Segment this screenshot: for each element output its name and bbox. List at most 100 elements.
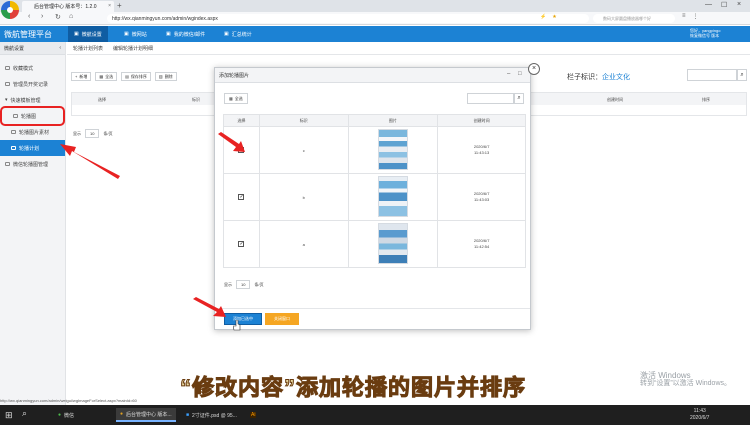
page-size-select[interactable]: 10 <box>236 280 251 289</box>
windows-start-icon[interactable]: ⊞ <box>5 408 13 422</box>
dialog-title: 添加轮播图片 <box>219 72 250 79</box>
sidebar-item-label: 快速模板管理 <box>10 97 41 104</box>
window-close-icon[interactable]: × <box>737 1 741 8</box>
add-button[interactable]: + 新增 <box>71 72 92 81</box>
topnav-item-settings[interactable]: ▣ 微航设置 <box>68 26 108 42</box>
chat-icon: ● <box>58 412 62 418</box>
table-row[interactable]: ✓ b 2020/6/7 11:43:03 <box>223 173 526 221</box>
taskbar-app-photoshop[interactable]: ■ 2寸证件.psd @ 95... <box>186 408 237 422</box>
id-cell: c <box>258 126 349 174</box>
dialog-pager: 显示 10 条/页 <box>224 280 264 289</box>
sidebar-item-label: 管理员开奖记录 <box>13 81 49 88</box>
row-checkbox[interactable]: ✓ <box>238 241 245 247</box>
column-prefix: 栏子标识： <box>567 74 602 81</box>
browser-logo-icon <box>1 1 19 19</box>
dialog-minimize-icon[interactable]: – <box>507 71 510 77</box>
dialog-search-input[interactable] <box>467 93 514 104</box>
forward-icon[interactable]: › <box>41 13 43 20</box>
dialog-maximize-icon[interactable]: □ <box>518 71 522 77</box>
row-checkbox[interactable]: ✓ <box>238 194 245 200</box>
column-header: 创建时间 <box>607 97 623 102</box>
user-box[interactable]: 您好，yangpingo 恢复微信号 版本 <box>690 28 720 38</box>
button-label: 新增 <box>79 73 88 79</box>
add-selected-button[interactable]: 添加已选中 <box>224 313 262 325</box>
search-icon[interactable]: ⌕ <box>737 69 747 81</box>
browser-search-input[interactable]: 数码大屏圆盘播放器哪个好 <box>593 14 675 23</box>
brand-title: 微航管理平台 <box>4 30 52 39</box>
grid-icon: ▦ <box>229 96 233 101</box>
image-thumbnail[interactable] <box>377 223 408 264</box>
address-bar[interactable]: http://wx.qianmingyun.com/admin/wgindex.… <box>107 14 589 23</box>
row-time: 11:43:03 <box>473 197 490 202</box>
taskbar-app-label: 后台管理中心 版本... <box>126 411 172 418</box>
system-clock[interactable]: 11:43 2020/6/7 <box>690 408 709 422</box>
topnav-item-stats[interactable]: ▣ 汇总统计 <box>218 26 258 42</box>
delete-button[interactable]: ▥ 删除 <box>154 72 177 81</box>
breadcrumb-item[interactable]: 编辑轮播计划明细 <box>113 45 153 52</box>
dialog-close-icon[interactable]: × <box>528 63 540 75</box>
image-cell <box>347 220 439 268</box>
button-label: 全选 <box>234 95 243 101</box>
browser-tab[interactable]: 后台管理中心 版本号：1.2.0 × <box>22 1 114 12</box>
folder-icon <box>11 130 16 134</box>
button-label: 保存排序 <box>130 73 147 79</box>
sidebar-item-carousel-assets[interactable]: 轮播图片素材 <box>0 124 65 140</box>
extensions-icon[interactable]: ⋮ <box>693 13 699 20</box>
watermark-line: 激活 Windows <box>640 371 691 380</box>
table-row[interactable]: ✓ a 2020/6/7 11:42:54 <box>223 220 526 268</box>
sidebar-item-collect[interactable]: 收藏模式 <box>0 60 65 76</box>
topnav-item-wechat[interactable]: ▣ 我的微信/邮件 <box>160 26 211 42</box>
refresh-icon[interactable]: ↻ <box>55 13 61 21</box>
back-icon[interactable]: ‹ <box>28 13 30 20</box>
browser-tab-title: 后台管理中心 版本号：1.2.0 <box>34 4 97 10</box>
sidebar-item-admin[interactable]: 管理员开奖记录 <box>0 76 65 92</box>
image-thumbnail[interactable] <box>377 176 408 217</box>
star-icon[interactable]: ★ <box>552 14 556 20</box>
sidebar-title-label: 微航设置 <box>4 45 25 52</box>
taskbar-app-label: 2寸证件.psd @ 95... <box>192 412 237 419</box>
dialog-select-all-button[interactable]: ▦ 全选 <box>224 93 248 104</box>
page-size-select[interactable]: 10 <box>85 129 100 138</box>
button-label: 删除 <box>164 73 173 79</box>
sidebar-title[interactable]: 微航设置 ‹ <box>0 42 65 55</box>
watermark-line: 转到“设置”以激活 Windows。 <box>640 380 732 387</box>
app-header: 微航管理平台 ▣ 微航设置 ▣ 微网站 ▣ 我的微信/邮件 ▣ 汇总统计 您好，… <box>0 26 750 42</box>
button-label: 全选 <box>105 73 114 79</box>
save-order-button[interactable]: ▤ 保存排序 <box>121 72 151 81</box>
new-tab-icon[interactable]: + <box>117 1 122 10</box>
search-input[interactable] <box>687 69 737 81</box>
select-all-button[interactable]: ▦ 全选 <box>95 72 118 81</box>
user-sub: 恢复微信号 版本 <box>690 33 720 38</box>
date-cell: 2020/6/7 11:42:54 <box>437 220 526 268</box>
table-header: 选择 标识 图片 创建时间 <box>223 114 526 127</box>
home-icon[interactable]: ⌂ <box>69 13 73 20</box>
menu-icon[interactable]: ≡ <box>682 13 686 20</box>
sidebar-item-label: 轮播图片素材 <box>19 129 50 136</box>
taskbar-search-icon[interactable]: ⌕ <box>22 408 34 422</box>
sidebar-item-carousel-plan[interactable]: 轮播计划 <box>0 140 65 156</box>
image-thumbnail[interactable] <box>377 129 408 170</box>
trash-icon: ▥ <box>158 74 163 79</box>
sidebar-item-template[interactable]: ▾ 快速模板管理 <box>0 92 65 108</box>
topnav-item-site[interactable]: ▣ 微网站 <box>118 26 153 42</box>
dialog-search-icon[interactable]: ⌕ <box>514 93 524 104</box>
lightning-icon[interactable]: ⚡ <box>540 14 546 20</box>
taskbar-app-browser[interactable]: ● 后台管理中心 版本... <box>116 408 176 422</box>
sidebar-item-label: 轮播计划 <box>19 145 40 152</box>
taskbar: ⊞ ⌕ ● 微信 ● 后台管理中心 版本... ■ 2寸证件.psd @ 95.… <box>0 405 750 425</box>
monitor-icon: ▣ <box>74 31 79 37</box>
sidebar-item-carousel[interactable]: 轮播图 <box>0 106 65 126</box>
breadcrumb-item[interactable]: 轮播计划列表 <box>73 45 103 52</box>
topnav-label: 微网站 <box>131 31 147 38</box>
taskbar-app-illustrator[interactable]: Ai <box>250 408 257 422</box>
monitor-icon: ▣ <box>224 31 229 37</box>
chevron-left-icon[interactable]: ‹ <box>59 45 61 51</box>
taskbar-app-wechat[interactable]: ● 微信 <box>58 408 74 422</box>
tab-close-icon[interactable]: × <box>108 3 111 9</box>
close-window-button[interactable]: 关闭窗口 <box>265 313 299 325</box>
maximize-icon[interactable]: ☐ <box>721 1 727 9</box>
minimize-icon[interactable]: — <box>705 1 712 8</box>
sidebar-item-wechat-carousel[interactable]: 微信轮播图管理 <box>0 156 65 172</box>
tutorial-caption: “修改内容”添加轮播的图片并排序 <box>179 375 527 401</box>
table-row[interactable]: ✓ c 2020/6/711:43:13 <box>223 126 526 174</box>
